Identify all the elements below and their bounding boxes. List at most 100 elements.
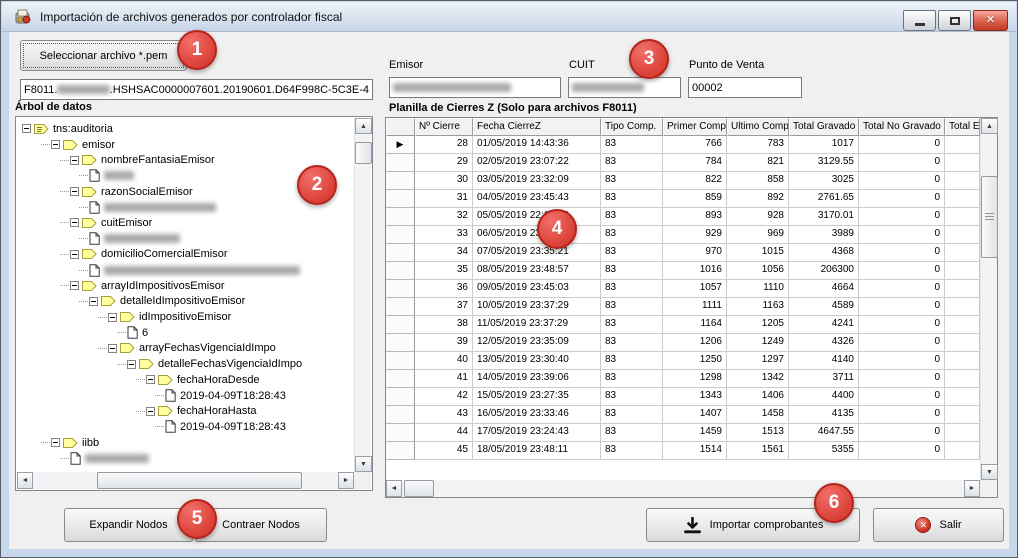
table-cell[interactable] xyxy=(945,208,980,226)
table-cell[interactable]: 45 xyxy=(415,442,473,460)
table-cell[interactable]: 36 xyxy=(415,280,473,298)
table-cell[interactable]: 29 xyxy=(415,154,473,172)
grid-column-header[interactable]: Total Exe xyxy=(945,118,980,136)
tree-scroll-up-button[interactable]: ▲ xyxy=(355,118,372,134)
table-cell[interactable]: 4368 xyxy=(789,244,859,262)
table-cell[interactable]: 0 xyxy=(859,154,945,172)
table-cell[interactable]: 1056 xyxy=(727,262,789,280)
table-cell[interactable]: 1513 xyxy=(727,424,789,442)
table-cell[interactable]: 3711 xyxy=(789,370,859,388)
table-cell[interactable]: 2761.65 xyxy=(789,190,859,208)
tree-hscrollbar[interactable]: ◄ ► xyxy=(17,472,354,489)
table-cell[interactable]: 0 xyxy=(859,244,945,262)
table-cell[interactable] xyxy=(945,262,980,280)
tree-scroll-left-button[interactable]: ◄ xyxy=(17,472,33,489)
maximize-button[interactable] xyxy=(938,10,971,31)
table-row[interactable]: 3104/05/2019 23:45:43838598922761.650 xyxy=(386,190,980,208)
table-cell[interactable]: 766 xyxy=(663,136,727,154)
table-cell[interactable] xyxy=(945,316,980,334)
table-cell[interactable]: 892 xyxy=(727,190,789,208)
table-row[interactable]: 4316/05/2019 23:33:46831407145841350 xyxy=(386,406,980,424)
table-row[interactable]: 4013/05/2019 23:30:40831250129741400 xyxy=(386,352,980,370)
table-cell[interactable]: 1057 xyxy=(663,280,727,298)
table-row[interactable]: 3205/05/2019 22:15:04838939283170.010 xyxy=(386,208,980,226)
tree-node[interactable]: detalleIdImpositivoEmisor xyxy=(18,294,353,310)
table-cell[interactable]: 0 xyxy=(859,334,945,352)
table-cell[interactable]: 18/05/2019 23:48:11 xyxy=(473,442,601,460)
table-cell[interactable]: 83 xyxy=(601,190,663,208)
tree-node[interactable]: 2019-04-09T18:28:43 xyxy=(18,388,353,404)
tree-node[interactable]: arrayIdImpositivosEmisor xyxy=(18,278,353,294)
tree-vscroll-thumb[interactable] xyxy=(355,142,372,164)
table-cell[interactable]: 44 xyxy=(415,424,473,442)
row-selector-cell[interactable] xyxy=(386,424,415,442)
row-selector-cell[interactable] xyxy=(386,388,415,406)
table-cell[interactable]: 83 xyxy=(601,316,663,334)
table-cell[interactable]: 1206 xyxy=(663,334,727,352)
table-cell[interactable]: 83 xyxy=(601,226,663,244)
table-cell[interactable]: 4326 xyxy=(789,334,859,352)
table-cell[interactable]: 929 xyxy=(663,226,727,244)
table-cell[interactable]: 35 xyxy=(415,262,473,280)
table-cell[interactable]: 09/05/2019 23:45:03 xyxy=(473,280,601,298)
table-cell[interactable]: 83 xyxy=(601,442,663,460)
table-cell[interactable]: 83 xyxy=(601,334,663,352)
table-cell[interactable]: 0 xyxy=(859,424,945,442)
table-cell[interactable]: 40 xyxy=(415,352,473,370)
table-row[interactable]: 3306/05/2019 23:42:168392996939890 xyxy=(386,226,980,244)
table-cell[interactable]: 1459 xyxy=(663,424,727,442)
tree-node[interactable] xyxy=(18,199,353,215)
grid-vscrollbar[interactable]: ▲ ▼ xyxy=(980,118,997,480)
file-name-field[interactable]: F8011..HSHSAC0000007601.20190601.D64F998… xyxy=(20,79,373,100)
tree-node[interactable]: 2019-04-09T18:28:43 xyxy=(18,419,353,435)
collapse-node-icon[interactable] xyxy=(89,297,98,306)
table-cell[interactable]: 31 xyxy=(415,190,473,208)
row-selector-cell[interactable] xyxy=(386,316,415,334)
table-cell[interactable]: 859 xyxy=(663,190,727,208)
table-cell[interactable]: 83 xyxy=(601,370,663,388)
table-cell[interactable]: 33 xyxy=(415,226,473,244)
table-cell[interactable]: 821 xyxy=(727,154,789,172)
table-cell[interactable]: 1249 xyxy=(727,334,789,352)
table-cell[interactable]: 1407 xyxy=(663,406,727,424)
grid-scroll-down-button[interactable]: ▼ xyxy=(981,464,998,480)
collapse-node-icon[interactable] xyxy=(22,124,31,133)
table-cell[interactable]: 0 xyxy=(859,280,945,298)
table-cell[interactable]: 0 xyxy=(859,190,945,208)
table-cell[interactable] xyxy=(945,190,980,208)
grid-column-header[interactable]: Nº Cierre xyxy=(415,118,473,136)
table-cell[interactable]: 37 xyxy=(415,298,473,316)
table-cell[interactable]: 41 xyxy=(415,370,473,388)
tree-node[interactable]: idImpositivoEmisor xyxy=(18,309,353,325)
table-cell[interactable]: 1250 xyxy=(663,352,727,370)
table-row[interactable]: 3508/05/2019 23:48:5783101610562063000 xyxy=(386,262,980,280)
table-cell[interactable]: 1342 xyxy=(727,370,789,388)
table-cell[interactable]: 1406 xyxy=(727,388,789,406)
table-cell[interactable]: 83 xyxy=(601,136,663,154)
table-cell[interactable]: 83 xyxy=(601,172,663,190)
emisor-field[interactable] xyxy=(389,77,561,98)
table-cell[interactable]: 0 xyxy=(859,172,945,190)
tree-node[interactable]: cuitEmisor xyxy=(18,215,353,231)
table-cell[interactable] xyxy=(945,298,980,316)
table-cell[interactable]: 28 xyxy=(415,136,473,154)
grid-column-header[interactable]: Total Gravado xyxy=(789,118,859,136)
table-cell[interactable]: 0 xyxy=(859,226,945,244)
grid-scroll-right-button[interactable]: ► xyxy=(964,480,980,497)
collapse-node-icon[interactable] xyxy=(70,218,79,227)
row-selector-cell[interactable] xyxy=(386,172,415,190)
table-cell[interactable]: 14/05/2019 23:39:06 xyxy=(473,370,601,388)
row-selector-cell[interactable] xyxy=(386,370,415,388)
table-cell[interactable]: 83 xyxy=(601,154,663,172)
table-cell[interactable]: 3025 xyxy=(789,172,859,190)
tree-node[interactable]: emisor xyxy=(18,137,353,153)
table-cell[interactable] xyxy=(945,226,980,244)
table-row[interactable]: 3811/05/2019 23:37:29831164120542410 xyxy=(386,316,980,334)
table-cell[interactable]: 83 xyxy=(601,208,663,226)
table-row[interactable]: 3609/05/2019 23:45:03831057111046640 xyxy=(386,280,980,298)
table-cell[interactable]: 07/05/2019 23:35:21 xyxy=(473,244,601,262)
table-cell[interactable]: 1458 xyxy=(727,406,789,424)
tree-node[interactable] xyxy=(18,231,353,247)
table-cell[interactable]: 0 xyxy=(859,136,945,154)
table-cell[interactable]: 83 xyxy=(601,298,663,316)
